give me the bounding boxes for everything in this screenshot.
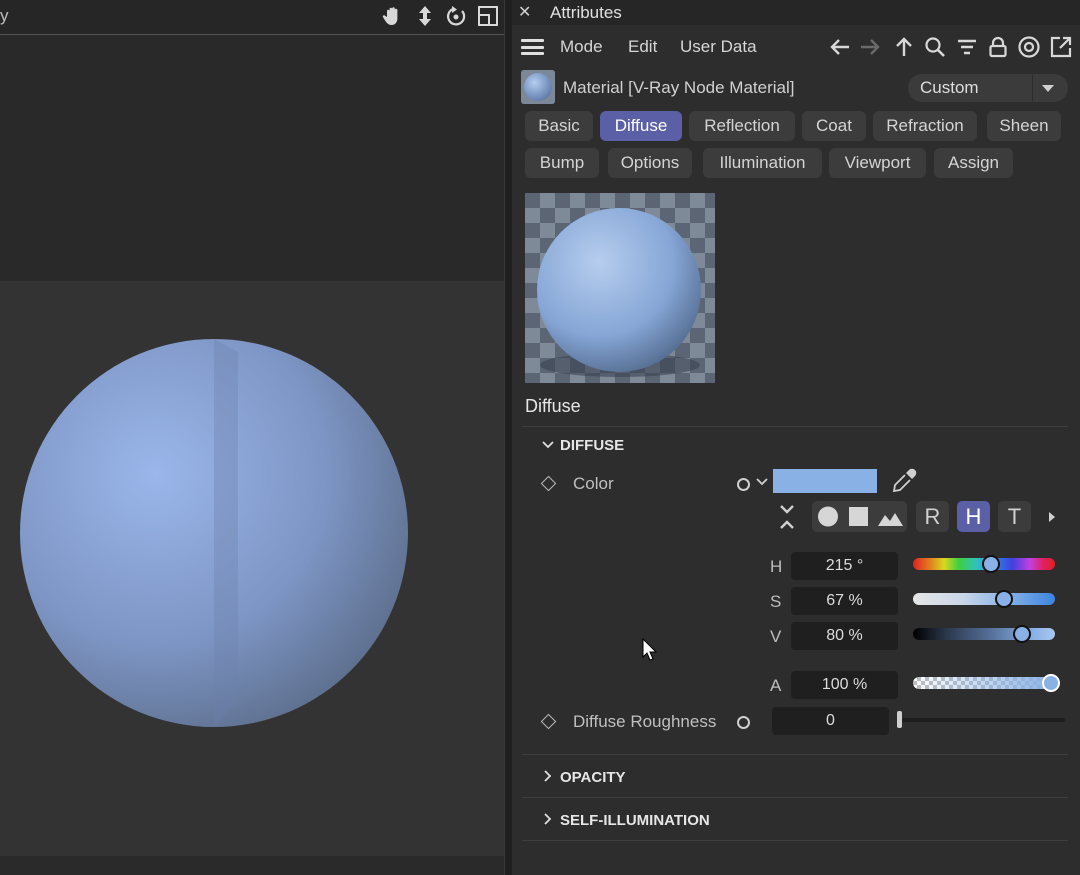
diffuse-roughness-knob[interactable] (897, 711, 902, 728)
attributes-title: Attributes (550, 3, 622, 22)
tab-options[interactable]: Options (608, 148, 692, 178)
material-name: Material [V-Ray Node Material] (563, 78, 795, 97)
back-arrow-icon[interactable] (828, 35, 852, 59)
section-diffuse[interactable]: DIFFUSE (560, 437, 624, 454)
diffuse-roughness-field[interactable]: 0 (772, 707, 889, 735)
tab-sheen[interactable]: Sheen (987, 111, 1061, 141)
hue-field[interactable]: 215 ° (791, 552, 898, 580)
new-window-icon[interactable] (1049, 35, 1073, 59)
animate-ring-icon[interactable] (737, 478, 750, 491)
color-wheel-icon (818, 506, 838, 527)
image-icon (878, 513, 903, 526)
dropdown-separator (1032, 74, 1033, 102)
saturation-slider[interactable] (913, 593, 1055, 605)
tab-refraction[interactable]: Refraction (873, 111, 977, 141)
sphere-object[interactable] (0, 0, 504, 875)
menu-mode[interactable]: Mode (560, 37, 603, 57)
alpha-slider[interactable] (913, 677, 1055, 689)
color-picker-modes[interactable] (812, 501, 907, 532)
tab-bump[interactable]: Bump (525, 148, 599, 178)
expand-right-icon[interactable] (1047, 509, 1057, 525)
diffuse-roughness-slider[interactable] (902, 718, 1065, 722)
chevron-right-icon[interactable] (540, 811, 556, 827)
preview-label: Diffuse (525, 396, 581, 416)
hamburger-menu-icon[interactable] (521, 39, 544, 55)
alpha-field[interactable]: 100 % (791, 671, 898, 699)
mode-hsv-button[interactable]: H (957, 501, 990, 532)
alpha-slider-knob[interactable] (1041, 674, 1060, 692)
collapse-toggle-icon[interactable] (777, 503, 797, 531)
hue-label: H (770, 557, 783, 576)
saturation-field[interactable]: 67 % (791, 587, 898, 615)
chevron-down-icon[interactable] (1042, 85, 1054, 92)
section-divider (522, 426, 1068, 427)
close-icon[interactable]: ✕ (518, 2, 531, 22)
value-slider[interactable] (913, 628, 1055, 640)
tab-illumination[interactable]: Illumination (703, 148, 822, 178)
color-swatch[interactable] (773, 469, 877, 493)
attributes-menubar: Mode Edit User Data (512, 26, 1080, 66)
tab-reflection[interactable]: Reflection (689, 111, 795, 141)
saturation-slider-knob[interactable] (994, 590, 1013, 608)
menu-user-data[interactable]: User Data (680, 37, 757, 57)
diffuse-roughness-label: Diffuse Roughness (573, 712, 717, 731)
up-arrow-icon[interactable] (892, 35, 916, 59)
preset-value: Custom (920, 78, 979, 97)
mode-temperature-button[interactable]: T (998, 501, 1031, 532)
value-field[interactable]: 80 % (791, 622, 898, 650)
color-label: Color (573, 474, 614, 493)
attributes-panel: ✕ Attributes Mode Edit User Data Materia… (512, 0, 1080, 875)
tab-coat[interactable]: Coat (802, 111, 866, 141)
tab-diffuse[interactable]: Diffuse (600, 111, 682, 141)
material-thumbnail[interactable] (521, 70, 555, 104)
alpha-label: A (770, 676, 782, 695)
chevron-right-icon[interactable] (540, 768, 556, 784)
section-divider (522, 754, 1068, 755)
target-icon[interactable] (1017, 35, 1041, 59)
color-square-icon (849, 507, 868, 526)
value-slider-knob[interactable] (1013, 625, 1032, 643)
viewport[interactable]: y (0, 0, 504, 875)
tab-viewport[interactable]: Viewport (829, 148, 926, 178)
keyframe-diamond-icon[interactable] (540, 475, 557, 492)
search-icon[interactable] (923, 35, 947, 59)
forward-arrow-icon[interactable] (858, 35, 882, 59)
tab-basic[interactable]: Basic (525, 111, 593, 141)
eyedropper-icon[interactable] (890, 467, 918, 495)
saturation-label: S (770, 592, 782, 611)
section-divider (522, 797, 1068, 798)
keyframe-diamond-icon[interactable] (540, 713, 557, 730)
lock-icon[interactable] (986, 35, 1010, 59)
value-label: V (770, 627, 782, 646)
material-preview[interactable] (525, 193, 715, 383)
mode-rgb-button[interactable]: R (916, 501, 949, 532)
tab-assign[interactable]: Assign (934, 148, 1013, 178)
section-self-illumination[interactable]: SELF-ILLUMINATION (560, 812, 710, 829)
preset-dropdown[interactable]: Custom (908, 74, 1068, 102)
attributes-titlebar: ✕ Attributes (512, 0, 1080, 25)
mouse-cursor-icon (642, 638, 658, 661)
chevron-down-icon[interactable] (755, 476, 769, 488)
material-row: Material [V-Ray Node Material] Custom (512, 68, 1080, 108)
chevron-down-icon[interactable] (540, 437, 556, 453)
section-divider (522, 840, 1068, 841)
section-opacity[interactable]: OPACITY (560, 769, 626, 786)
animate-ring-icon[interactable] (737, 716, 750, 729)
menu-edit[interactable]: Edit (628, 37, 657, 57)
hue-slider-knob[interactable] (981, 555, 1000, 573)
filter-icon[interactable] (955, 35, 979, 59)
